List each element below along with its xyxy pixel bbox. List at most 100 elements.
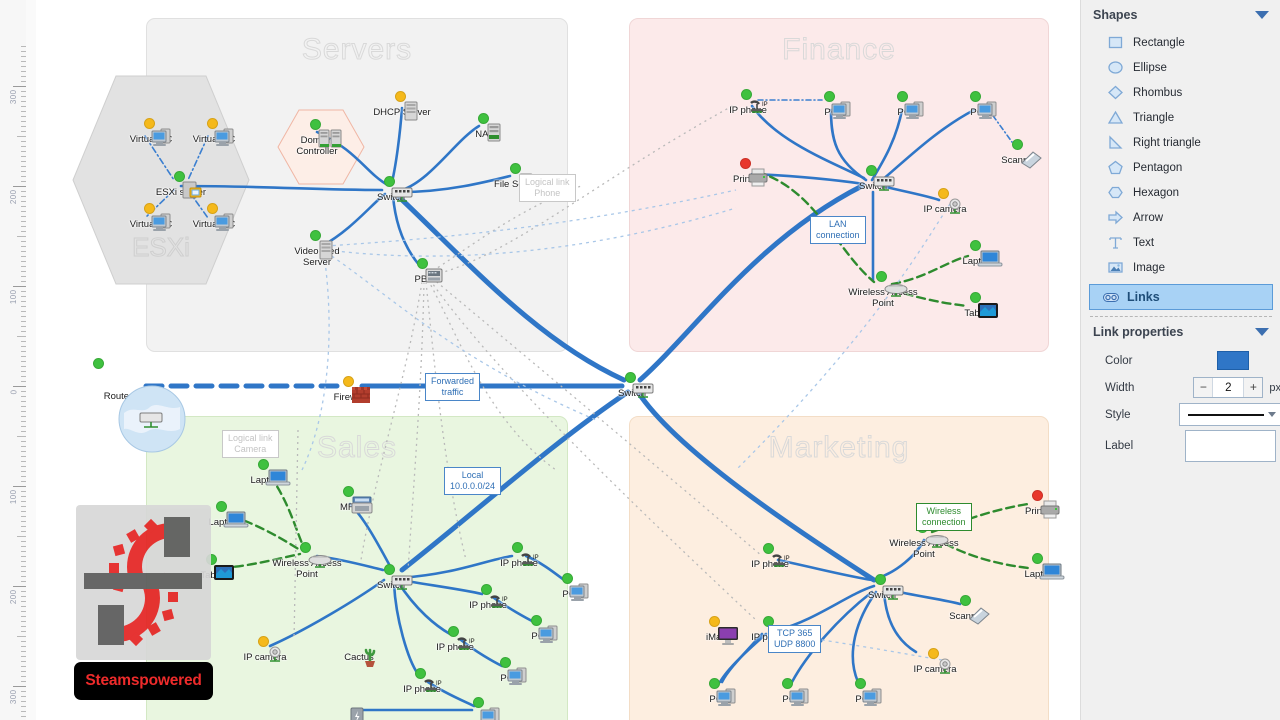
shape-item-text[interactable]: Text [1081, 230, 1280, 255]
status-dot [258, 459, 269, 470]
width-increment-button[interactable]: + [1243, 378, 1263, 397]
node-marketing-ip-phone-1[interactable]: IP IP phone [731, 540, 809, 570]
node-domain-controller[interactable]: Domain Controller [278, 116, 356, 157]
node-sales-ups[interactable] [311, 694, 389, 720]
node-marketing-pc-2[interactable]: PC [750, 675, 828, 706]
node-marketing-ip-camera[interactable]: IP camera [896, 645, 974, 675]
node-finance-laptop[interactable]: Laptop [938, 237, 1016, 267]
node-finance-ip-camera[interactable]: IP camera [906, 185, 984, 215]
node-finance-pc-3[interactable]: PC [938, 88, 1016, 119]
link-properties-title: Link properties [1093, 325, 1184, 339]
tag-forwarded-traffic[interactable]: Forwarded traffic [425, 373, 481, 401]
rectangle-icon [1107, 34, 1124, 51]
node-finance-wap[interactable]: Wireless Access Point [844, 268, 922, 309]
node-finance-switch[interactable]: Switch [834, 162, 912, 192]
link-label-input[interactable] [1185, 430, 1276, 462]
status-dot [875, 574, 886, 585]
node-sales-switch[interactable]: Switch [352, 561, 430, 591]
status-dot [343, 376, 354, 387]
node-marketing-scanner[interactable]: Scanner [928, 592, 1006, 625]
tag-logical-link-phone[interactable]: Logical link Phone [519, 174, 576, 202]
status-dot [415, 668, 426, 679]
link-color-swatch[interactable] [1217, 351, 1249, 370]
node-sales-pc-3[interactable]: PC [468, 654, 546, 685]
shape-item-rectangle[interactable]: Rectangle [1081, 30, 1280, 55]
node-finance-printer[interactable]: Printer [708, 155, 786, 187]
node-finance-tablet[interactable]: Tablet [938, 289, 1016, 319]
node-virtual-pc-2[interactable]: Virtual PC [175, 115, 253, 146]
node-esxi-server[interactable]: ESXi server [142, 168, 220, 199]
shape-item-right-triangle[interactable]: Right triangle [1081, 130, 1280, 155]
tag-lan-connection[interactable]: LAN connection [810, 216, 866, 244]
style-preview-line [1188, 413, 1264, 416]
status-dot [300, 542, 311, 553]
status-dot [93, 358, 104, 369]
status-dot [1032, 490, 1043, 501]
link-properties-header[interactable]: Link properties [1081, 317, 1280, 347]
node-marketing-laptop[interactable]: Laptop [1000, 550, 1078, 580]
node-pbx[interactable]: PBX [385, 255, 463, 285]
chevron-down-icon-2[interactable] [1255, 328, 1269, 336]
status-dot [1012, 139, 1023, 150]
link-width-stepper[interactable]: − + [1193, 377, 1264, 398]
node-sales-ip-phone-4[interactable]: IP IP phone [383, 665, 461, 695]
tag-tcp-udp-ports[interactable]: TCP 365 UDP 8800 [768, 625, 822, 653]
tag-wireless-connection[interactable]: Wireless connection [916, 503, 972, 531]
shape-item-pentagon[interactable]: Pentagon [1081, 155, 1280, 180]
link-style-select[interactable] [1179, 403, 1280, 426]
node-marketing-pc-3[interactable]: PC [823, 675, 901, 706]
node-video-feed-server[interactable]: Video feed Server [278, 227, 356, 268]
node-sales-pc-4[interactable] [441, 694, 519, 720]
link-width-input[interactable] [1213, 380, 1244, 395]
node-finance-pc-1[interactable]: PC [792, 88, 870, 119]
node-sales-ip-phone-3[interactable]: IP IP phone [416, 623, 494, 653]
shape-item-ellipse[interactable]: Ellipse [1081, 55, 1280, 80]
svg-text:IP: IP [533, 555, 539, 561]
shapes-section-header[interactable]: Shapes [1081, 0, 1280, 30]
shape-item-rhombus[interactable]: Rhombus [1081, 80, 1280, 105]
links-label: Links [1127, 290, 1160, 304]
node-finance-ip-phone[interactable]: IP IP phone [709, 86, 787, 116]
tag-local-subnet[interactable]: Local 10.0.0.0/24 [444, 467, 502, 495]
shape-item-hexagon[interactable]: Hexagon [1081, 180, 1280, 205]
ruler-label: 200 [9, 189, 19, 205]
node-marketing-pc-1[interactable]: PC [677, 675, 755, 706]
shape-item-arrow[interactable]: Arrow [1081, 205, 1280, 230]
shape-item-label: Image [1133, 261, 1165, 274]
node-firewall[interactable]: Firewall [311, 373, 389, 403]
status-dot [709, 616, 720, 627]
node-sales-mfp[interactable]: MFP [311, 483, 389, 514]
chevron-down-icon[interactable] [1255, 11, 1269, 19]
node-nas[interactable]: NAS [446, 110, 524, 142]
node-core-switch[interactable]: Switch [593, 369, 671, 399]
node-sales-pc-1[interactable]: PC [530, 570, 608, 601]
node-dhcp-server[interactable]: DHCP Server [363, 88, 441, 121]
node-sales-ip-camera[interactable]: IP camera [226, 633, 304, 663]
node-finance-pc-2[interactable]: PC [865, 88, 943, 119]
tag-logical-link-camera[interactable]: Logical link Camera [222, 430, 279, 458]
node-sales-ip-phone-2[interactable]: IP IP phone [449, 581, 527, 611]
node-router[interactable]: Router [79, 358, 186, 453]
link-style-label: Style [1105, 408, 1131, 421]
diagram-canvas[interactable]: Servers Finance Sales Marketing ESXi Vir… [36, 0, 1080, 720]
status-dot [343, 486, 354, 497]
shape-item-image[interactable]: Image [1081, 255, 1280, 280]
ruler-tick [17, 336, 26, 337]
node-servers-switch[interactable]: Switch [352, 173, 430, 203]
node-virtual-pc-4[interactable]: Virtual PC [175, 200, 253, 231]
node-sales-wap[interactable]: Wireless Access Point [268, 539, 346, 580]
node-marketing-printer[interactable]: Printer [1000, 487, 1078, 519]
width-decrement-button[interactable]: − [1194, 378, 1214, 397]
node-sales-laptop-1[interactable]: Laptop [226, 456, 304, 486]
node-finance-scanner[interactable]: Scanner [980, 136, 1058, 169]
node-sales-pc-2[interactable]: PC [499, 612, 577, 643]
node-sales-ip-phone-1[interactable]: IP IP phone [480, 539, 558, 569]
chevron-down-icon-3[interactable] [1268, 412, 1276, 417]
shape-item-triangle[interactable]: Triangle [1081, 105, 1280, 130]
status-dot [562, 573, 573, 584]
node-sales-cactus[interactable]: Cactus [320, 633, 398, 667]
shape-item-label: Right triangle [1133, 136, 1201, 149]
sidebar-item-links[interactable]: Links [1089, 284, 1273, 310]
link-label-row: Label [1081, 428, 1280, 464]
node-marketing-switch[interactable]: Switch [843, 571, 921, 601]
